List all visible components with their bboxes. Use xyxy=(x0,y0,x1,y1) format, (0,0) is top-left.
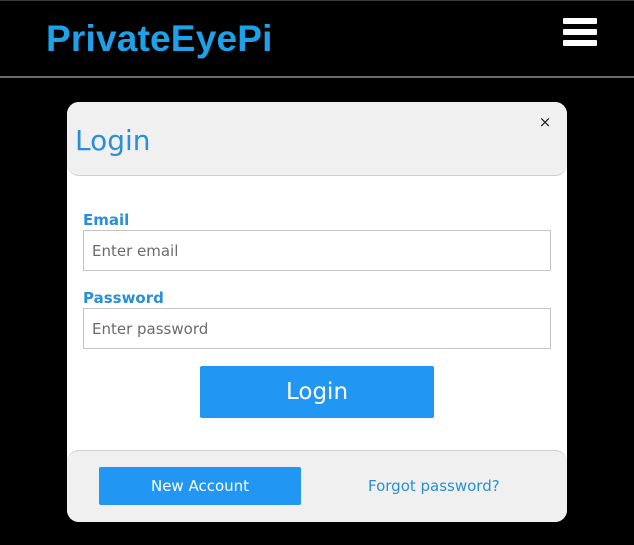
modal-title: Login xyxy=(75,124,151,157)
email-label: Email xyxy=(83,211,130,229)
hamburger-menu-icon[interactable] xyxy=(563,18,597,48)
login-modal: Login × Email Password Login New Account… xyxy=(67,102,567,522)
password-field[interactable] xyxy=(83,308,551,349)
brand-logo-text[interactable]: PrivateEyePi xyxy=(46,17,273,61)
email-field[interactable] xyxy=(83,230,551,271)
password-label: Password xyxy=(83,289,164,307)
close-icon[interactable]: × xyxy=(537,113,553,131)
hamburger-bar xyxy=(563,29,597,35)
modal-footer: New Account Forgot password? xyxy=(67,450,567,522)
login-button[interactable]: Login xyxy=(200,366,434,418)
hamburger-bar xyxy=(563,40,597,46)
top-navbar: PrivateEyePi xyxy=(0,0,634,78)
new-account-button[interactable]: New Account xyxy=(99,467,301,505)
hamburger-bar xyxy=(563,18,597,24)
page: PrivateEyePi Login × Email Password Logi… xyxy=(0,0,634,545)
forgot-password-link[interactable]: Forgot password? xyxy=(368,477,500,495)
modal-header: Login × xyxy=(67,102,567,176)
